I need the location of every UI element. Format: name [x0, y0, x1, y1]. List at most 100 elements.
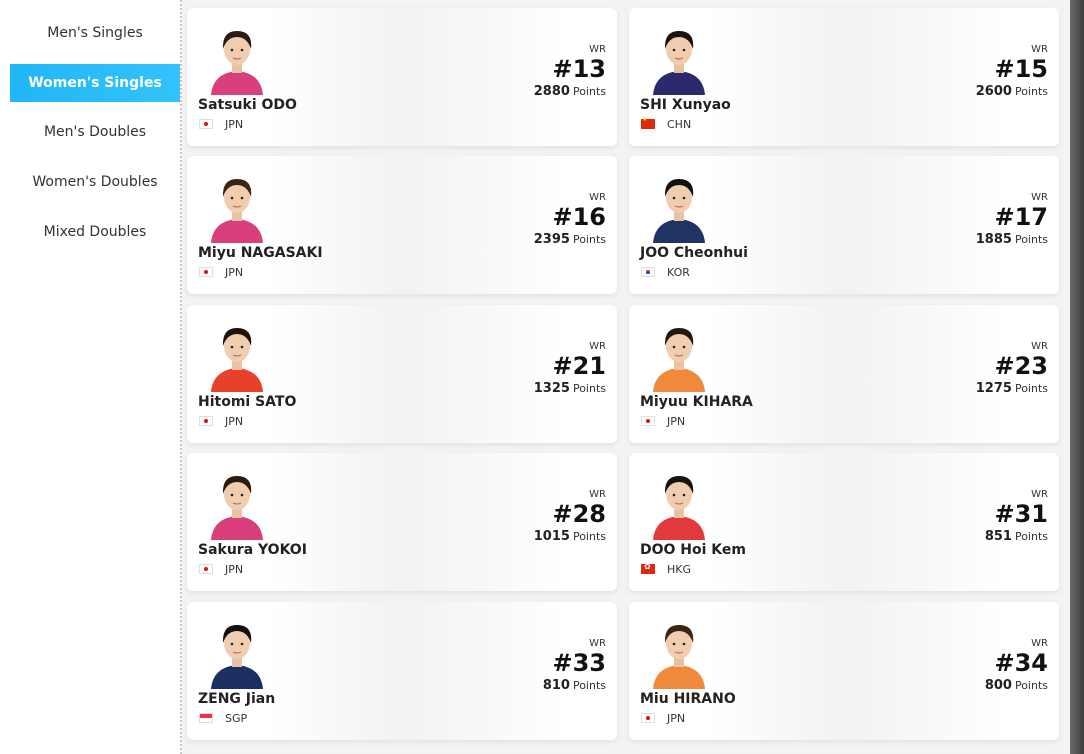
player-card[interactable]: Miu HIRANO JPN WR #34 800 Points	[629, 602, 1059, 740]
world-rank: #16	[552, 203, 606, 231]
player-name[interactable]: Miyu NAGASAKI	[198, 245, 323, 261]
player-country: SGP	[199, 711, 247, 725]
ranking-block: WR #28 1015 Points	[534, 489, 606, 545]
points-value: 1885	[975, 232, 1012, 247]
player-photo	[211, 31, 263, 95]
points-value: 851	[984, 529, 1012, 544]
points-label: Points	[1014, 679, 1048, 692]
country-code: JPN	[225, 117, 244, 131]
world-rank: #13	[552, 55, 606, 83]
ranking-block: WR #31 851 Points	[985, 489, 1048, 545]
hkg-flag-icon	[641, 562, 655, 574]
player-country: JPN	[641, 414, 685, 428]
category-sidebar: Men's Singles Women's Singles Men's Doub…	[0, 0, 182, 754]
world-rank: #33	[552, 649, 606, 677]
player-card[interactable]: Hitomi SATO JPN WR #21 1325 Points	[187, 305, 617, 443]
points-label: Points	[572, 85, 606, 98]
points-label: Points	[1014, 85, 1048, 98]
country-code: JPN	[225, 265, 244, 279]
player-name[interactable]: ZENG Jian	[198, 691, 275, 707]
nav-mixed-doubles[interactable]: Mixed Doubles	[10, 213, 180, 251]
world-rank: #17	[994, 203, 1048, 231]
player-photo	[653, 31, 705, 95]
points-label: Points	[572, 679, 606, 692]
nav-womens-singles[interactable]: Women's Singles	[10, 64, 180, 102]
player-country: JPN	[199, 414, 243, 428]
player-photo	[211, 328, 263, 392]
kor-flag-icon	[641, 267, 655, 277]
ranking-points: 2600 Points	[976, 84, 1048, 100]
country-code: JPN	[667, 711, 686, 725]
player-card[interactable]: Sakura YOKOI JPN WR #28 1015 Points	[187, 453, 617, 591]
points-label: Points	[572, 233, 606, 246]
world-rank: #23	[994, 352, 1048, 380]
country-code: JPN	[225, 562, 244, 576]
points-value: 2880	[533, 84, 570, 99]
points-value: 810	[542, 678, 570, 693]
country-code: KOR	[667, 265, 690, 279]
player-country: CHN	[641, 116, 692, 131]
player-photo	[211, 625, 263, 689]
player-photo	[653, 476, 705, 540]
nav-mens-doubles[interactable]: Men's Doubles	[10, 113, 180, 151]
player-card[interactable]: ZENG Jian SGP WR #33 810 Points	[187, 602, 617, 740]
points-label: Points	[572, 530, 606, 543]
points-label: Points	[572, 382, 606, 395]
ranking-points: 2880 Points	[534, 84, 606, 100]
player-name[interactable]: Miu HIRANO	[640, 691, 736, 707]
ranking-block: WR #21 1325 Points	[534, 341, 606, 397]
ranking-points: 1325 Points	[534, 381, 606, 397]
points-value: 2600	[975, 84, 1012, 99]
player-card[interactable]: DOO Hoi Kem HKG WR #31 851Points	[629, 453, 1059, 591]
points-value: 800	[984, 678, 1012, 693]
country-code: JPN	[667, 414, 686, 428]
world-rank: #31	[994, 500, 1048, 528]
player-name[interactable]: Satsuki ODO	[198, 97, 297, 113]
jpn-flag-icon	[199, 119, 213, 129]
player-name[interactable]: Hitomi SATO	[198, 394, 296, 410]
ranking-block: WR #16 2395 Points	[534, 192, 606, 248]
jpn-flag-icon	[641, 713, 655, 723]
jpn-flag-icon	[199, 416, 213, 426]
player-card[interactable]: Miyu NAGASAKI JPN WR #16 2395 Points	[187, 156, 617, 294]
jpn-flag-icon	[199, 267, 213, 277]
points-label: Points	[1014, 530, 1048, 543]
sgp-flag-icon	[199, 713, 213, 723]
scrollbar[interactable]	[1070, 0, 1084, 754]
player-photo	[211, 179, 263, 243]
ranking-points: 2395 Points	[534, 232, 606, 248]
player-card[interactable]: JOO Cheonhui KOR WR #17 1885 Points	[629, 156, 1059, 294]
player-photo	[653, 625, 705, 689]
player-name[interactable]: SHI Xunyao	[640, 97, 731, 113]
player-country: HKG	[641, 562, 691, 576]
jpn-flag-icon	[199, 564, 213, 574]
ranking-block: WR #23 1275 Points	[976, 341, 1048, 397]
player-country: KOR	[641, 265, 690, 279]
player-photo	[653, 179, 705, 243]
player-name[interactable]: JOO Cheonhui	[640, 245, 748, 261]
player-card[interactable]: Miyuu KIHARA JPN WR #23 1275 Points	[629, 305, 1059, 443]
ranking-block: WR #13 2880 Points	[534, 44, 606, 100]
ranking-points: 800 Points	[985, 678, 1048, 694]
ranking-block: WR #34 800 Points	[985, 638, 1048, 694]
nav-womens-doubles[interactable]: Women's Doubles	[10, 163, 180, 201]
player-photo	[211, 476, 263, 540]
points-label: Points	[1014, 382, 1048, 395]
country-code: HKG	[667, 562, 692, 576]
player-card[interactable]: Satsuki ODO JPN WR #13 2880 Points	[187, 8, 617, 146]
nav-mens-singles[interactable]: Men's Singles	[10, 14, 180, 52]
points-value: 1325	[533, 381, 570, 396]
player-country: JPN	[199, 117, 243, 131]
ranking-points: 1275 Points	[976, 381, 1048, 397]
player-photo	[653, 328, 705, 392]
player-name[interactable]: Miyuu KIHARA	[640, 394, 753, 410]
country-code: JPN	[225, 414, 244, 428]
player-name[interactable]: DOO Hoi Kem	[640, 542, 746, 558]
country-code: CHN	[667, 117, 692, 131]
ranking-block: WR #33 810 Points	[543, 638, 606, 694]
ranking-points: 851 Points	[985, 529, 1048, 545]
player-card[interactable]: SHI Xunyao CHN WR #15 2600Points	[629, 8, 1059, 146]
player-name[interactable]: Sakura YOKOI	[198, 542, 307, 558]
points-label: Points	[1014, 233, 1048, 246]
points-value: 1015	[533, 529, 570, 544]
